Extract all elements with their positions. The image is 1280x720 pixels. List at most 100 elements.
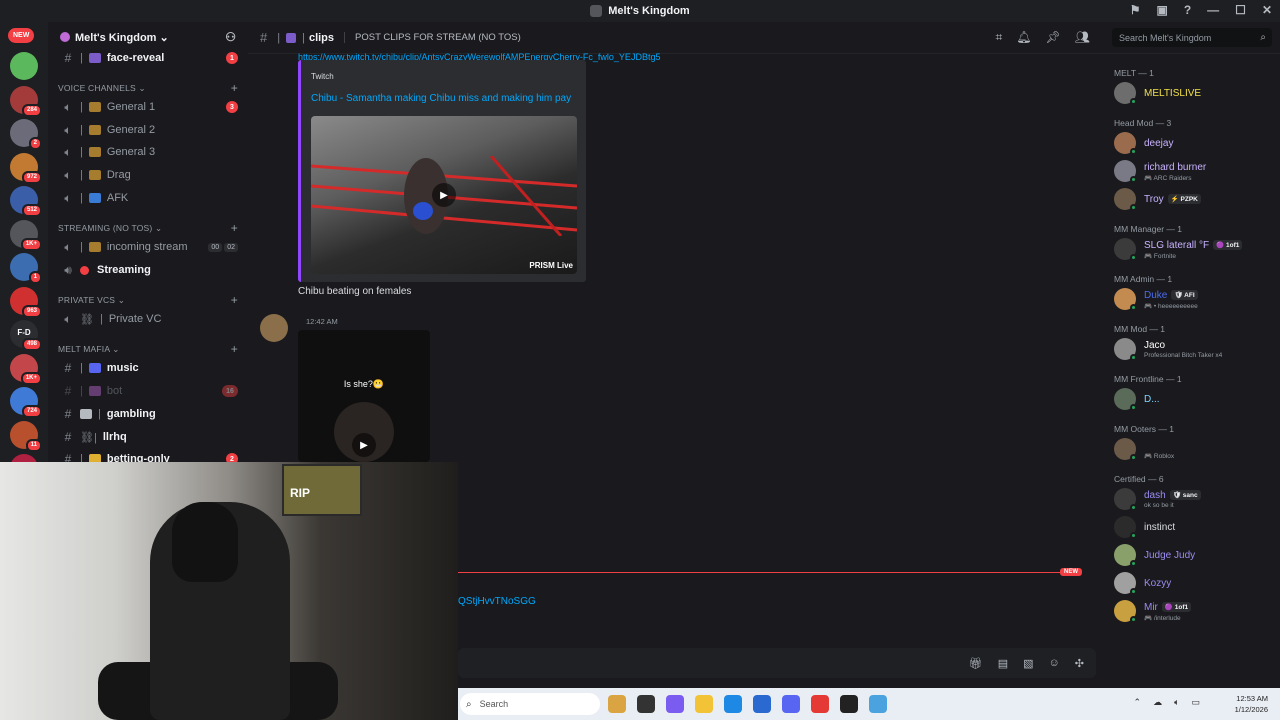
channel-face-reveal[interactable]: # | face-reveal 1: [48, 48, 248, 68]
voice-general-2[interactable]: 🔈︎ | General 2: [48, 120, 248, 140]
taskbar-clock[interactable]: 12:53 AM 1/12/2026: [1235, 693, 1268, 715]
member-row[interactable]: 🎮 Roblox: [1114, 438, 1280, 462]
inbox-icon[interactable]: ⚑: [1130, 3, 1141, 17]
taskbar-search[interactable]: ⌕ Search: [460, 693, 600, 715]
message-link[interactable]: QStjHvvTNoSGG: [458, 596, 536, 607]
member-row[interactable]: richard burner 🎮 ARC Raiders: [1114, 160, 1280, 184]
voice-afk[interactable]: 🔈︎ | AFK: [48, 188, 248, 208]
member-row[interactable]: Judge Judy: [1114, 544, 1280, 568]
member-row[interactable]: dash 🛡 sanc ok so be it: [1114, 488, 1280, 512]
voice-private-vc[interactable]: 🔈︎ ⛓ | Private VC: [48, 309, 248, 329]
server-icon[interactable]: 972: [10, 152, 42, 184]
server-icon[interactable]: F-D 498: [10, 320, 42, 351]
volume-icon[interactable]: 🔈︎: [1174, 697, 1179, 708]
close-button[interactable]: ✕: [1262, 3, 1272, 17]
member-row[interactable]: Mir 🟣 1of1 🎮 /interlude: [1114, 600, 1280, 624]
play-icon[interactable]: ▶: [352, 433, 376, 457]
add-member-icon[interactable]: ⚇: [225, 30, 236, 44]
channel-separator: |: [80, 146, 83, 158]
taskbar-app-icon[interactable]: [637, 695, 655, 713]
gif-icon[interactable]: ▤: [998, 657, 1008, 670]
taskbar-app-icon[interactable]: [608, 695, 626, 713]
search-input[interactable]: Search Melt's Kingdom ⌕: [1112, 28, 1272, 47]
add-channel-icon[interactable]: +: [231, 293, 238, 307]
category-label: MELT MAFIA ⌄: [58, 343, 120, 354]
help-icon[interactable]: ?: [1184, 3, 1191, 17]
add-channel-icon[interactable]: +: [231, 342, 238, 356]
member-row[interactable]: Duke 🛡 AFI 🎮 • heeeeeeeeee: [1114, 288, 1280, 312]
threads-icon[interactable]: ⌗: [996, 30, 1003, 45]
bell-icon[interactable]: 🔔︎: [1016, 30, 1031, 45]
battery-icon[interactable]: ▭: [1191, 697, 1200, 708]
taskbar-app-icon[interactable]: [869, 695, 887, 713]
category-voice[interactable]: VOICE CHANNELS ⌄ +: [48, 78, 248, 98]
add-channel-icon[interactable]: +: [231, 221, 238, 235]
voice-general-3[interactable]: 🔈︎ | General 3: [48, 142, 248, 162]
taskbar-app-icon[interactable]: [753, 695, 771, 713]
member-row[interactable]: instinct: [1114, 516, 1280, 540]
channel-topic[interactable]: POST CLIPS FOR STREAM (NO TOS): [344, 32, 521, 43]
sticker-icon[interactable]: ▧: [1023, 657, 1033, 670]
screen-icon[interactable]: ▣: [1156, 3, 1167, 17]
new-unreads-pill[interactable]: NEW: [8, 28, 35, 43]
channel-music[interactable]: # | music: [48, 358, 248, 378]
member-group-header: MM Admin — 1: [1114, 274, 1173, 284]
avatar[interactable]: [260, 314, 288, 342]
taskbar-app-icon[interactable]: [695, 695, 713, 713]
server-icon[interactable]: 724: [10, 387, 42, 418]
voice-incoming-stream[interactable]: 🔈︎ | incoming stream 00 02: [48, 237, 248, 257]
embed-title-link[interactable]: Chibu - Samantha making Chibu miss and m…: [311, 93, 571, 104]
channel-label: General 2: [106, 124, 156, 136]
add-channel-icon[interactable]: +: [231, 81, 238, 95]
taskbar-app-icon[interactable]: [782, 695, 800, 713]
server-icon[interactable]: [10, 52, 38, 80]
taskbar-app-icon[interactable]: [724, 695, 742, 713]
emoji-icon[interactable]: ☺: [1049, 657, 1060, 670]
voice-streaming[interactable]: 🔊︎ Streaming: [48, 260, 248, 280]
member-row[interactable]: Troy ⚡ PZPK: [1114, 188, 1280, 212]
server-icon[interactable]: 1K+: [10, 353, 42, 385]
apps-icon[interactable]: ✣: [1075, 657, 1084, 670]
video-attachment[interactable]: Is she?😬 ▶: [298, 330, 430, 462]
member-row[interactable]: Kozyy: [1114, 572, 1280, 596]
server-icon[interactable]: 963: [10, 286, 42, 318]
member-row[interactable]: Jaco Professional Bitch Taker x4: [1114, 338, 1280, 362]
channel-gambling[interactable]: # | gambling: [48, 404, 248, 424]
taskbar-app-icon[interactable]: [840, 695, 858, 713]
taskbar-app-icon[interactable]: [666, 695, 684, 713]
taskbar-app-icon[interactable]: [811, 695, 829, 713]
voice-drag[interactable]: 🔈︎ | Drag: [48, 165, 248, 185]
watermark-text: PRISM Live: [529, 261, 573, 270]
channel-label: General 3: [106, 146, 156, 158]
member-name-text: Duke: [1144, 290, 1168, 301]
channel-llrhq[interactable]: # ⛓| llrhq: [48, 427, 248, 447]
server-icon[interactable]: 1: [10, 253, 42, 284]
server-icon[interactable]: 284: [10, 85, 42, 117]
chevron-up-icon[interactable]: ⌃: [1134, 697, 1142, 708]
member-row[interactable]: D...: [1114, 388, 1280, 412]
member-row[interactable]: MELTISLIVE: [1114, 82, 1280, 106]
maximize-button[interactable]: ☐: [1235, 3, 1246, 17]
voice-general-1[interactable]: 🔈︎ | General 1 3: [48, 97, 248, 117]
server-icon[interactable]: 512: [10, 186, 42, 217]
message-composer[interactable]: 🎁︎ ▤ ▧ ☺ ✣: [458, 648, 1096, 678]
network-icon[interactable]: ☁: [1153, 697, 1162, 708]
pin-icon[interactable]: 📌︎: [1046, 30, 1061, 45]
server-icon[interactable]: 1K+: [10, 219, 42, 251]
category-melt-mafia[interactable]: MELT MAFIA ⌄ +: [48, 339, 248, 359]
embed-thumbnail[interactable]: ▶ PRISM Live: [311, 116, 577, 274]
new-messages-tag: NEW: [1060, 568, 1082, 576]
server-icon[interactable]: 2: [10, 119, 42, 150]
member-list-icon[interactable]: 👥︎: [1075, 30, 1090, 45]
play-icon[interactable]: ▶: [432, 183, 456, 207]
minimize-button[interactable]: —: [1207, 3, 1219, 17]
server-icon[interactable]: 11: [10, 420, 42, 452]
speaker-icon: 🔈︎: [64, 144, 72, 159]
member-row[interactable]: SLG laterall °F 🟣 1of1 🎮 Fortnite: [1114, 238, 1280, 262]
category-private[interactable]: PRIVATE VCS ⌄ +: [48, 290, 248, 310]
text-channel-icon: #: [64, 430, 72, 444]
gift-icon[interactable]: 🎁︎: [969, 657, 983, 670]
channel-bot[interactable]: # | bot 16: [48, 381, 248, 401]
category-streaming[interactable]: STREAMING (NO TOS) ⌄ +: [48, 218, 248, 238]
member-row[interactable]: deejay: [1114, 132, 1280, 156]
